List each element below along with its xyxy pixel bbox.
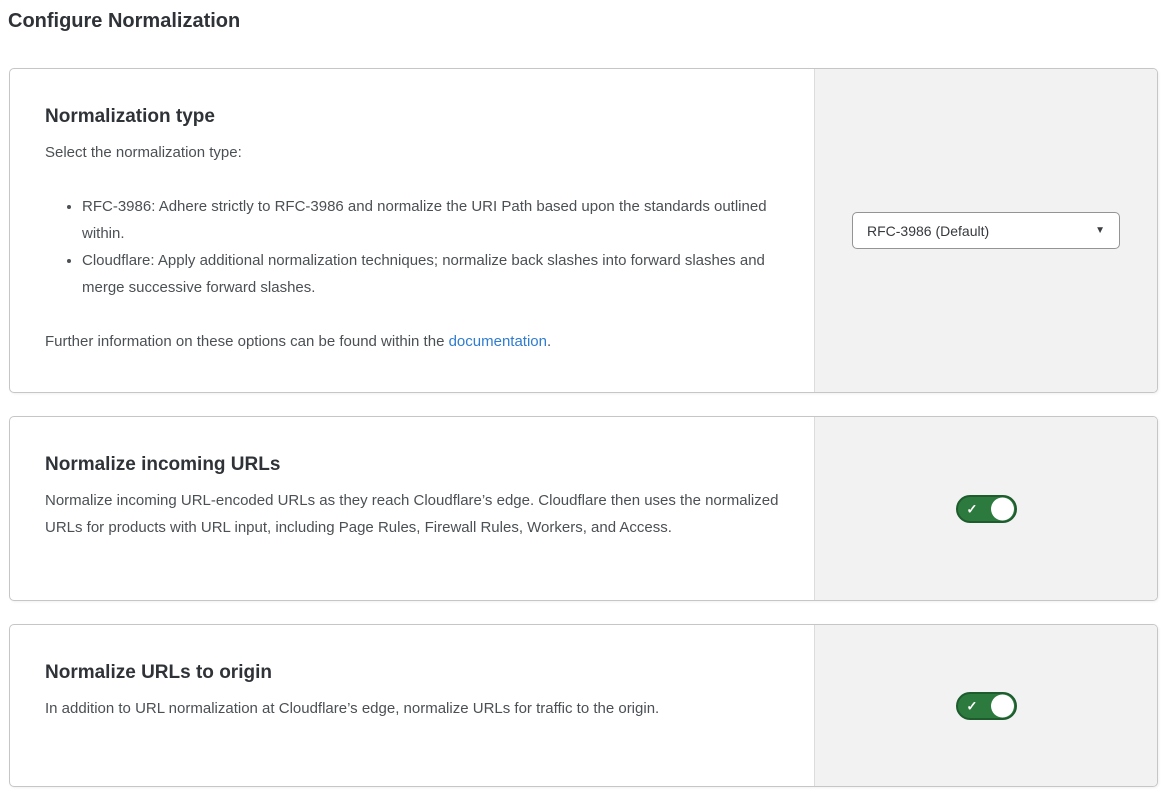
page-title: Configure Normalization xyxy=(8,8,1167,34)
normalize-incoming-urls-description: Normalize incoming URL-encoded URLs as t… xyxy=(45,487,779,541)
bullet-rfc-3986: RFC-3986: Adhere strictly to RFC-3986 an… xyxy=(82,193,779,247)
normalization-type-options-list: RFC-3986: Adhere strictly to RFC-3986 an… xyxy=(45,193,779,301)
card-normalize-urls-to-origin: Normalize URLs to origin In addition to … xyxy=(9,624,1158,787)
check-icon: ✓ xyxy=(967,699,978,712)
card-normalize-urls-to-origin-content: Normalize URLs to origin In addition to … xyxy=(10,625,814,786)
chevron-down-icon: ▼ xyxy=(1095,226,1105,236)
footer-text-suffix: . xyxy=(547,333,551,350)
card-normalize-incoming-urls: Normalize incoming URLs Normalize incomi… xyxy=(9,416,1158,601)
card-title-normalization-type: Normalization type xyxy=(45,105,779,129)
card-normalization-type-content: Normalization type Select the normalizat… xyxy=(10,69,814,392)
footer-text-prefix: Further information on these options can… xyxy=(45,333,449,350)
card-title-normalize-urls-to-origin: Normalize URLs to origin xyxy=(45,661,779,685)
bullet-cloudflare: Cloudflare: Apply additional normalizati… xyxy=(82,247,779,301)
check-icon: ✓ xyxy=(967,502,978,515)
toggle-knob xyxy=(991,694,1014,717)
card-normalize-incoming-urls-side-panel: ✓ xyxy=(814,417,1157,600)
normalize-urls-to-origin-toggle[interactable]: ✓ xyxy=(956,692,1017,720)
card-normalize-urls-to-origin-side-panel: ✓ xyxy=(814,625,1157,786)
normalize-incoming-urls-toggle[interactable]: ✓ xyxy=(956,495,1017,523)
normalize-urls-to-origin-description: In addition to URL normalization at Clou… xyxy=(45,695,779,722)
documentation-link[interactable]: documentation xyxy=(449,333,547,350)
normalization-type-select[interactable]: RFC-3986 (Default) ▼ xyxy=(852,212,1120,249)
normalization-type-footer: Further information on these options can… xyxy=(45,328,779,355)
normalization-type-description: Select the normalization type: xyxy=(45,139,779,166)
card-normalize-incoming-urls-content: Normalize incoming URLs Normalize incomi… xyxy=(10,417,814,600)
toggle-knob xyxy=(991,497,1014,520)
card-title-normalize-incoming-urls: Normalize incoming URLs xyxy=(45,453,779,477)
settings-cards: Normalization type Select the normalizat… xyxy=(9,68,1158,787)
card-normalization-type-side-panel: RFC-3986 (Default) ▼ xyxy=(814,69,1157,392)
card-normalization-type: Normalization type Select the normalizat… xyxy=(9,68,1158,393)
normalization-type-select-value: RFC-3986 (Default) xyxy=(867,223,989,239)
